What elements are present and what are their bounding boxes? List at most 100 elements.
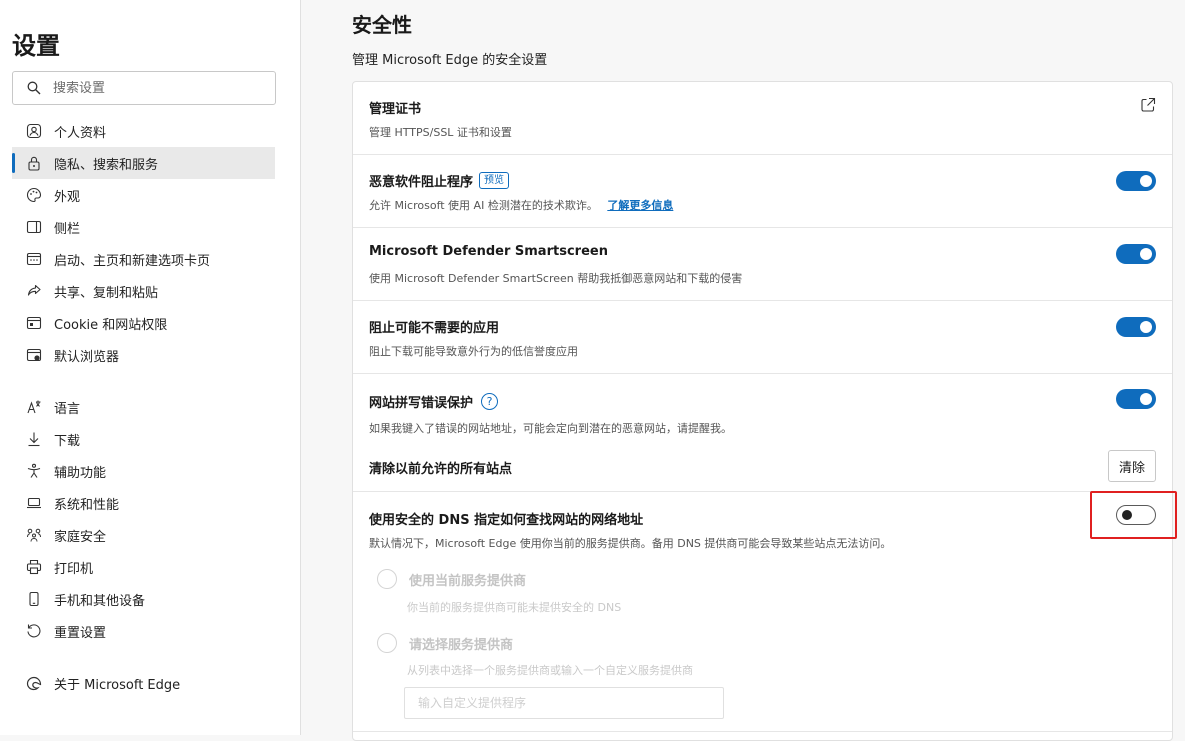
- phone-icon: [25, 590, 43, 608]
- lock-icon: [25, 154, 43, 172]
- sidebar-item-system[interactable]: 系统和性能: [0, 487, 300, 519]
- row-title: 使用安全的 DNS 指定如何查找网站的网络地址: [369, 513, 644, 528]
- option-description: 你当前的服务提供商可能未提供安全的 DNS: [407, 601, 622, 614]
- malware-blocker-toggle[interactable]: [1116, 171, 1156, 191]
- clear-button[interactable]: 清除: [1108, 450, 1156, 482]
- search-box[interactable]: [12, 71, 276, 105]
- secure-dns-row: 使用安全的 DNS 指定如何查找网站的网络地址 默认情况下，Microsoft …: [353, 492, 1172, 732]
- typosquatting-toggle[interactable]: [1116, 389, 1156, 409]
- typosquatting-row: 网站拼写错误保护 ? 如果我键入了错误的网站地址，可能会定向到潜在的恶意网站，请…: [353, 374, 1172, 492]
- sidebar-item-appearance[interactable]: 外观: [0, 179, 300, 211]
- option-label: 请选择服务提供商: [409, 637, 514, 653]
- accessibility-icon: [25, 462, 43, 480]
- row-title-text: 恶意软件阻止程序: [369, 175, 474, 190]
- sidebar-item-default-browser[interactable]: 默认浏览器: [0, 339, 300, 371]
- row-title-text: 网站拼写错误保护: [369, 396, 474, 411]
- search-icon: [27, 81, 41, 95]
- sidebar-item-label: 打印机: [54, 561, 94, 577]
- sidebar-item-sidebar[interactable]: 侧栏: [0, 211, 300, 243]
- sidebar-icon: [25, 218, 43, 236]
- row-description: 阻止下载可能导致意外行为的低信誉度应用: [369, 345, 578, 358]
- row-title: Microsoft Defender Smartscreen: [369, 244, 608, 259]
- sidebar-item-label: 家庭安全: [54, 529, 107, 545]
- learn-more-link[interactable]: 了解更多信息: [607, 199, 673, 212]
- language-icon: [25, 398, 43, 416]
- sidebar-item-printers[interactable]: 打印机: [0, 551, 300, 583]
- sidebar-item-phone[interactable]: 手机和其他设备: [0, 583, 300, 615]
- row-description: 允许 Microsoft 使用 AI 检测潜在的技术欺诈。 了解更多信息: [369, 197, 673, 213]
- search-input[interactable]: [53, 80, 253, 96]
- row-description: 如果我键入了错误的网站地址，可能会定向到潜在的恶意网站，请提醒我。: [369, 422, 732, 435]
- block-pua-toggle[interactable]: [1116, 317, 1156, 337]
- row-title: 恶意软件阻止程序 预览: [369, 171, 510, 190]
- nav-divider: [0, 371, 300, 391]
- sidebar-item-label: 默认浏览器: [54, 349, 120, 365]
- sidebar-item-accessibility[interactable]: 辅助功能: [0, 455, 300, 487]
- choose-provider-option[interactable]: 请选择服务提供商: [377, 633, 513, 653]
- sidebar-item-label: Cookie 和网站权限: [54, 317, 168, 333]
- custom-provider-input[interactable]: 输入自定义提供程序: [404, 687, 724, 719]
- radio-button[interactable]: [377, 633, 397, 653]
- row-title: 管理证书: [369, 102, 422, 117]
- sidebar-item-label: 系统和性能: [54, 497, 120, 513]
- sidebar-item-about[interactable]: 关于 Microsoft Edge: [0, 667, 300, 699]
- settings-title: 设置: [12, 32, 60, 60]
- smartscreen-toggle[interactable]: [1116, 244, 1156, 264]
- row-description: 默认情况下，Microsoft Edge 使用你当前的服务提供商。备用 DNS …: [369, 537, 892, 550]
- palette-icon: [25, 186, 43, 204]
- sidebar-item-label: 共享、复制和粘贴: [54, 285, 159, 301]
- sidebar-item-label: 关于 Microsoft Edge: [54, 677, 181, 693]
- browser-icon: [25, 346, 43, 364]
- row-description: 使用 Microsoft Defender SmartScreen 帮助我抵御恶…: [369, 272, 743, 285]
- sidebar-item-startup[interactable]: 启动、主页和新建选项卡页: [0, 243, 300, 275]
- settings-nav: 个人资料 隐私、搜索和服务 外观 侧栏 启动、主页和新建选项卡页 共享、复制和粘…: [0, 115, 300, 699]
- sidebar-item-label: 重置设置: [54, 625, 107, 641]
- family-icon: [25, 526, 43, 544]
- row-title: 网站拼写错误保护 ?: [369, 392, 499, 411]
- security-card: 管理证书 管理 HTTPS/SSL 证书和设置 恶意软件阻止程序 预览 允许 M…: [352, 81, 1173, 741]
- sidebar-item-label: 语言: [54, 401, 81, 417]
- sidebar-item-privacy[interactable]: 隐私、搜索和服务: [12, 147, 275, 179]
- radio-button[interactable]: [377, 569, 397, 589]
- reset-icon: [25, 622, 43, 640]
- sidebar-item-cookies[interactable]: Cookie 和网站权限: [0, 307, 300, 339]
- settings-main: 安全性 管理 Microsoft Edge 的安全设置 管理证书 管理 HTTP…: [302, 0, 1185, 741]
- sidebar-item-downloads[interactable]: 下载: [0, 423, 300, 455]
- sidebar-item-family[interactable]: 家庭安全: [0, 519, 300, 551]
- external-link-icon[interactable]: [1140, 97, 1156, 117]
- laptop-icon: [25, 494, 43, 512]
- smartscreen-row: Microsoft Defender Smartscreen 使用 Micros…: [353, 228, 1172, 301]
- sidebar-item-label: 外观: [54, 189, 81, 205]
- malware-blocker-row: 恶意软件阻止程序 预览 允许 Microsoft 使用 AI 检测潜在的技术欺诈…: [353, 155, 1172, 228]
- row-description-text: 允许 Microsoft 使用 AI 检测潜在的技术欺诈。: [369, 199, 598, 212]
- row-description: 管理 HTTPS/SSL 证书和设置: [369, 126, 512, 139]
- sidebar-item-profiles[interactable]: 个人资料: [0, 115, 300, 147]
- preview-badge: 预览: [479, 172, 510, 189]
- highlight-box: [1090, 491, 1177, 539]
- sidebar-item-languages[interactable]: 语言: [0, 391, 300, 423]
- sidebar-item-label: 个人资料: [54, 125, 107, 141]
- sidebar-item-label: 侧栏: [54, 221, 81, 237]
- settings-sidebar: 设置 个人资料 隐私、搜索和服务 外观 侧栏 启动、主页和新建选项卡页 共享、复…: [0, 0, 301, 735]
- sidebar-item-label: 隐私、搜索和服务: [54, 157, 159, 173]
- page-title: 安全性: [352, 13, 412, 37]
- sidebar-item-label: 启动、主页和新建选项卡页: [54, 253, 211, 269]
- sidebar-item-label: 手机和其他设备: [54, 593, 146, 609]
- clear-sites-label: 清除以前允许的所有站点: [369, 462, 513, 477]
- sidebar-item-label: 辅助功能: [54, 465, 107, 481]
- printer-icon: [25, 558, 43, 576]
- sidebar-item-share[interactable]: 共享、复制和粘贴: [0, 275, 300, 307]
- page-subtitle: 管理 Microsoft Edge 的安全设置: [352, 53, 548, 68]
- manage-certificates-row[interactable]: 管理证书 管理 HTTPS/SSL 证书和设置: [353, 82, 1172, 155]
- help-icon[interactable]: ?: [481, 393, 499, 410]
- download-icon: [25, 430, 43, 448]
- sidebar-item-reset[interactable]: 重置设置: [0, 615, 300, 647]
- site-permissions-icon: [25, 314, 43, 332]
- current-provider-option[interactable]: 使用当前服务提供商: [377, 569, 526, 589]
- option-description: 从列表中选择一个服务提供商或输入一个自定义服务提供商: [407, 664, 693, 677]
- block-pua-row: 阻止可能不需要的应用 阻止下载可能导致意外行为的低信誉度应用: [353, 301, 1172, 374]
- home-icon: [25, 250, 43, 268]
- sidebar-item-label: 下载: [54, 433, 81, 449]
- profile-icon: [25, 122, 43, 140]
- edge-logo-icon: [25, 674, 43, 692]
